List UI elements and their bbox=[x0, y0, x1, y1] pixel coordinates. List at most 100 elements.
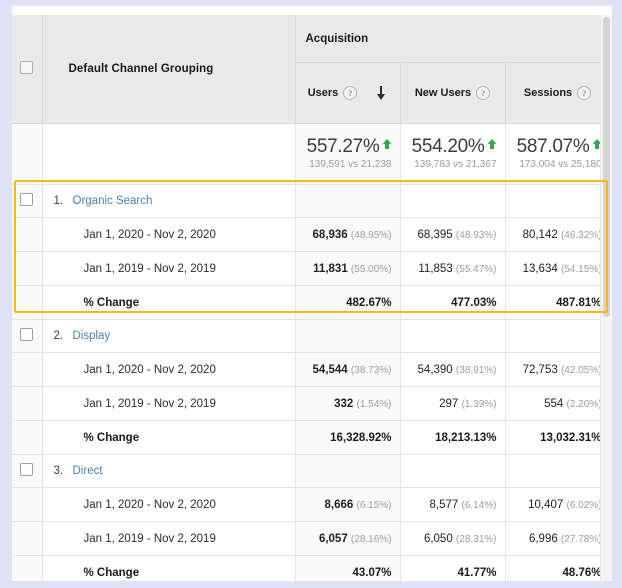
period-label: Jan 1, 2020 - Nov 2, 2020 bbox=[83, 363, 216, 376]
metric-header-sessions-label: Sessions bbox=[523, 87, 573, 99]
row-checkbox-cell[interactable] bbox=[12, 319, 43, 353]
cell-users: 68,936 (48.95%) bbox=[294, 217, 401, 252]
row-checkbox-spacer bbox=[12, 420, 43, 455]
change-value-new-users: 477.03% bbox=[451, 296, 497, 309]
value-new-users: 6,050 bbox=[423, 532, 453, 545]
row-checkbox-spacer bbox=[12, 352, 43, 387]
select-all-header-cell[interactable] bbox=[12, 15, 43, 124]
change-cell-sessions: 487.81% bbox=[504, 285, 611, 320]
change-cell-new-users: 18,213.13% bbox=[399, 420, 506, 455]
channel-row-sessions-empty bbox=[504, 184, 611, 218]
value-users-percent: (28.16%) bbox=[350, 533, 392, 545]
value-users-percent: (6.15%) bbox=[356, 499, 392, 511]
value-sessions-percent: (6.02%) bbox=[566, 499, 602, 511]
vertical-scrollbar-thumb[interactable] bbox=[603, 17, 610, 317]
metric-group-label: Acquisition bbox=[305, 32, 369, 45]
period-label-cell: Jan 1, 2019 - Nov 2, 2019 bbox=[41, 386, 296, 421]
row-select-checkbox-icon[interactable] bbox=[20, 463, 34, 476]
row-select-checkbox-icon[interactable] bbox=[20, 193, 34, 206]
value-users: 6,057 bbox=[318, 532, 348, 545]
current-period-row: Jan 1, 2020 - Nov 2, 2020 54,544 (38.73%)… bbox=[12, 352, 612, 387]
percent-change-label: % Change bbox=[83, 296, 140, 309]
help-icon[interactable]: ? bbox=[476, 86, 491, 100]
value-users-percent: (1.54%) bbox=[356, 398, 392, 410]
cell-users: 332 (1.54%) bbox=[294, 386, 401, 421]
row-checkbox-spacer bbox=[12, 251, 43, 286]
current-period-row: Jan 1, 2020 - Nov 2, 2020 8,666 (6.15%) 8,… bbox=[12, 487, 612, 522]
dimension-header-label: Default Channel Grouping bbox=[68, 63, 214, 75]
channel-name-link[interactable]: Display bbox=[73, 330, 111, 342]
channel-row-users-empty bbox=[294, 319, 401, 353]
value-users: 68,936 bbox=[312, 228, 348, 241]
summary-cell-sessions: 587.07% 173,004 vs 25,180 bbox=[504, 123, 611, 185]
value-users: 8,666 bbox=[324, 498, 354, 511]
vertical-scrollbar[interactable] bbox=[600, 15, 612, 581]
previous-period-row: Jan 1, 2019 - Nov 2, 2019 11,831 (55.00%)… bbox=[12, 251, 612, 286]
current-period-row: Jan 1, 2020 - Nov 2, 2020 68,936 (48.95%)… bbox=[12, 217, 612, 252]
summary-sessions-percent-wrap: 587.07% bbox=[514, 137, 602, 157]
summary-sessions-percent: 587.07% bbox=[516, 136, 590, 158]
value-users: 11,831 bbox=[313, 262, 348, 275]
value-users-percent: (38.73%) bbox=[350, 364, 392, 376]
channel-index: 2. bbox=[53, 330, 64, 342]
period-label-cell: Jan 1, 2019 - Nov 2, 2019 bbox=[41, 521, 296, 556]
percent-change-row: % Change 482.67% 477.03% 487.81% bbox=[12, 285, 612, 320]
metric-header-users[interactable]: Users ? bbox=[294, 62, 401, 124]
summary-users-compare: 139,591 vs 21,238 bbox=[309, 158, 392, 170]
value-sessions-percent: (2.20%) bbox=[566, 398, 602, 410]
value-sessions-percent: (46.32%) bbox=[560, 229, 602, 241]
cell-sessions: 554 (2.20%) bbox=[504, 386, 611, 421]
cell-sessions: 6,996 (27.78%) bbox=[504, 521, 611, 556]
channel-row-sessions-empty bbox=[504, 319, 611, 353]
value-new-users-percent: (6.14%) bbox=[461, 499, 497, 511]
change-value-users: 43.07% bbox=[352, 566, 392, 579]
value-sessions: 13,634 bbox=[522, 262, 558, 275]
summary-users-percent-wrap: 557.27% bbox=[304, 137, 392, 157]
metric-header-sessions[interactable]: Sessions ? bbox=[504, 62, 611, 124]
value-sessions: 72,753 bbox=[522, 363, 558, 376]
dimension-column-header[interactable]: Default Channel Grouping bbox=[41, 15, 296, 124]
channel-index: 1. bbox=[53, 195, 64, 207]
metric-group-header-acquisition: Acquisition bbox=[294, 15, 611, 63]
period-label: Jan 1, 2020 - Nov 2, 2020 bbox=[83, 498, 216, 511]
summary-cell-new-users: 554.20% 139,783 vs 21,367 bbox=[399, 123, 506, 185]
summary-new-users-compare: 139,783 vs 21,367 bbox=[414, 158, 497, 170]
row-checkbox-spacer bbox=[12, 555, 43, 581]
row-checkbox-spacer bbox=[12, 521, 43, 556]
channel-row-new-users-empty bbox=[399, 184, 506, 218]
channel-row-new-users-empty bbox=[399, 454, 506, 488]
percent-change-label-cell: % Change bbox=[41, 285, 296, 320]
value-sessions: 554 bbox=[544, 397, 564, 410]
select-all-checkbox-icon[interactable] bbox=[20, 61, 34, 74]
period-label-cell: Jan 1, 2020 - Nov 2, 2020 bbox=[41, 487, 296, 522]
channel-name-link[interactable]: Organic Search bbox=[73, 195, 153, 207]
sort-descending-arrow-icon[interactable] bbox=[376, 86, 387, 100]
row-checkbox-cell[interactable] bbox=[12, 454, 43, 488]
table-body: 557.27% 139,591 vs 21,238 554.20% 139,78… bbox=[12, 123, 612, 581]
value-new-users-percent: (48.93%) bbox=[455, 229, 497, 241]
cell-users: 6,057 (28.16%) bbox=[294, 521, 401, 556]
previous-period-row: Jan 1, 2019 - Nov 2, 2019 332 (1.54%) 297 … bbox=[12, 386, 612, 421]
cell-new-users: 54,390 (38.91%) bbox=[399, 352, 506, 387]
help-icon[interactable]: ? bbox=[577, 86, 592, 100]
row-select-checkbox-icon[interactable] bbox=[20, 328, 34, 341]
percent-change-label-cell: % Change bbox=[41, 420, 296, 455]
summary-checkbox-cell bbox=[12, 123, 43, 185]
row-checkbox-cell[interactable] bbox=[12, 184, 43, 218]
channel-row-sessions-empty bbox=[504, 454, 611, 488]
percent-change-row: % Change 16,328.92% 18,213.13% 13,032.31% bbox=[12, 420, 612, 455]
cell-new-users: 11,853 (55.47%) bbox=[399, 251, 506, 286]
value-users: 332 bbox=[334, 397, 354, 410]
cell-users: 54,544 (38.73%) bbox=[294, 352, 401, 387]
row-checkbox-spacer bbox=[12, 487, 43, 522]
channel-name-link[interactable]: Direct bbox=[73, 465, 103, 477]
help-icon[interactable]: ? bbox=[343, 86, 358, 100]
summary-users-percent: 557.27% bbox=[306, 136, 380, 158]
change-cell-new-users: 41.77% bbox=[399, 555, 506, 581]
value-new-users-percent: (1.39%) bbox=[461, 398, 497, 410]
percent-change-row: % Change 43.07% 41.77% 48.76% bbox=[12, 555, 612, 581]
metric-header-new-users[interactable]: New Users ? bbox=[399, 62, 506, 124]
channel-row-new-users-empty bbox=[399, 319, 506, 353]
previous-period-row: Jan 1, 2019 - Nov 2, 2019 6,057 (28.16%) 6… bbox=[12, 521, 612, 556]
change-value-users: 16,328.92% bbox=[330, 431, 392, 444]
